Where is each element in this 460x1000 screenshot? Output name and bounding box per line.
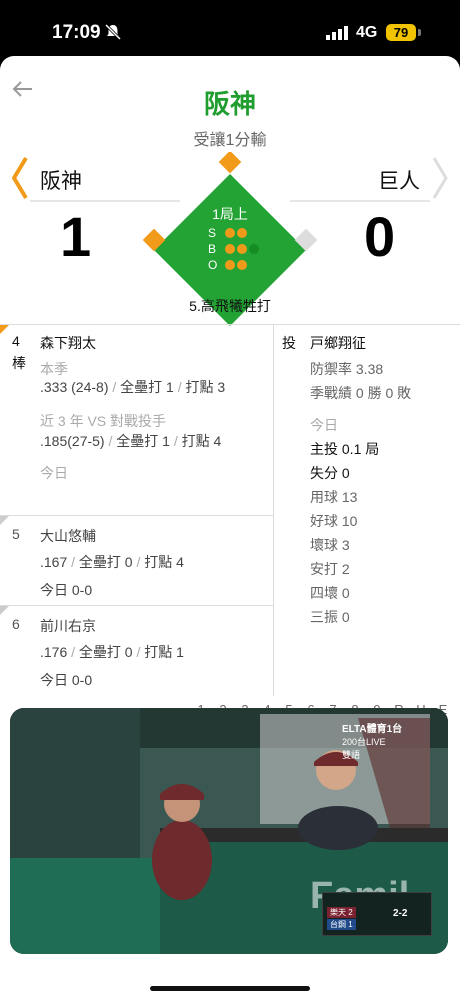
vs-hr: 全壘打 1 (116, 433, 170, 449)
batter-name: 大山悠輔 (40, 528, 96, 544)
batting-order: 5 (12, 526, 20, 542)
pitcher-strikes: 好球 10 (310, 513, 358, 529)
rbi: 打點 3 (185, 379, 226, 395)
team-1-name: 樂天 (330, 908, 346, 917)
pitcher-walks: 四壞 0 (310, 585, 350, 601)
on-deck-batter-card[interactable]: 6 前川右京 .176 / 全壘打 0 / 打點 1 今日 0-0 (0, 606, 274, 697)
signal-icon (326, 26, 348, 40)
status-bar: 17:09 4G 79 (0, 0, 460, 56)
live-label: 200台LIVE (342, 737, 386, 747)
season-stats: .176 / 全壘打 0 / 打點 1 (40, 644, 184, 660)
ball-dot-2 (237, 244, 247, 254)
batting-order-suffix: 棒 (12, 355, 26, 371)
home-score: 1 (60, 205, 92, 268)
pitcher-today-label: 今日 (310, 417, 338, 433)
out-dot-2 (237, 260, 247, 270)
pitcher-record: 季戰績 0 勝 0 敗 (310, 385, 412, 401)
hr: 全壘打 0 (78, 644, 133, 660)
batter-list: 4 棒 森下翔太 本季 .333 (24-8) / 全壘打 1 / 打點 3 近… (0, 325, 274, 697)
pitcher-strikeouts: 三振 0 (310, 609, 350, 625)
network-type: 4G (356, 24, 378, 41)
next-batter-card[interactable]: 5 大山悠輔 .167 / 全壘打 0 / 打點 4 今日 0-0 (0, 516, 274, 606)
vs-rbi: 打點 4 (181, 433, 222, 449)
rbi: 打點 1 (144, 644, 184, 660)
hr: 全壘打 1 (120, 379, 174, 395)
inning-label: 1局上 (212, 206, 248, 222)
channel-logo: ELTA體育1台 200台LIVE 雙語 (342, 720, 422, 760)
rbi: 打點 4 (144, 554, 184, 570)
vs-pitcher-label: 近 3 年 VS 對戰投手 (40, 413, 167, 429)
home-indicator[interactable] (150, 986, 310, 991)
season-stats: .167 / 全壘打 0 / 打點 4 (40, 554, 184, 570)
strike-dot-1 (225, 228, 235, 238)
pitcher-innings: 主投 0.1 局 (310, 441, 380, 457)
language-label: 雙語 (342, 750, 361, 760)
avg: .167 (40, 554, 68, 570)
current-batter-card[interactable]: 4 棒 森下翔太 本季 .333 (24-8) / 全壘打 1 / 打點 3 近… (0, 325, 274, 516)
scorebug-count: 2-2 (393, 908, 408, 919)
tv-scorebug: 樂天 2 台鋼 1 2-2 (322, 892, 432, 936)
batter-name: 前川右京 (40, 618, 96, 634)
batting-order: 4 (12, 333, 20, 349)
vs-pitcher-stats: .185(27-5) / 全壘打 1 / 打點 4 (40, 433, 222, 449)
last-play-text: 5.高飛犧牲打 (189, 298, 271, 314)
avg: .176 (40, 644, 68, 660)
avg: .333 (24-8) (40, 379, 109, 395)
batting-order: 6 (12, 616, 20, 632)
today-stats: 今日 0-0 (40, 672, 93, 688)
pitcher-pitches: 用球 13 (310, 489, 358, 505)
scorebug-team-1: 樂天 2 (327, 907, 356, 918)
batter-name: 森下翔太 (40, 335, 96, 351)
chevron-right-icon (432, 157, 448, 199)
season-stats: .333 (24-8) / 全壘打 1 / 打點 3 (40, 379, 226, 395)
pitcher-name: 戸鄉翔征 (310, 335, 366, 351)
pip-video-player[interactable]: Famil ELTA體育1台 200台LIVE 雙語 樂天 2 台鋼 1 2-2 (10, 708, 448, 954)
away-score: 0 (364, 205, 396, 268)
current-marker (0, 325, 9, 334)
today-label: 今日 (40, 465, 68, 481)
marker (0, 516, 9, 525)
pitcher-balls: 壞球 3 (310, 537, 350, 553)
ball-dot-1 (225, 244, 235, 254)
team-2-name: 台鋼 (330, 920, 346, 929)
matchup-grid: 4 棒 森下翔太 本季 .333 (24-8) / 全壘打 1 / 打點 3 近… (0, 324, 460, 697)
season-label: 本季 (40, 361, 68, 377)
home-team-name: 阪神 (40, 170, 82, 193)
hr: 全壘打 0 (78, 554, 133, 570)
pitcher-runs: 失分 0 (310, 465, 350, 481)
team-1-score: 2 (348, 908, 353, 917)
team-2-score: 1 (348, 920, 353, 929)
pitcher-hits: 安打 2 (310, 561, 350, 577)
pitcher-position: 投 (282, 335, 296, 351)
bet-result-subtitle: 受讓1分輸 (193, 132, 267, 149)
battery-tip (418, 29, 421, 36)
ball-label: B (208, 242, 217, 256)
status-time: 17:09 (52, 22, 101, 43)
pitcher-card[interactable]: 投 戸鄉翔征 防禦率 3.38 季戰績 0 勝 0 敗 今日 主投 0.1 局 … (274, 325, 460, 697)
chevron-left-icon (12, 156, 28, 200)
strike-dot-2 (237, 228, 247, 238)
today-stats: 今日 0-0 (40, 582, 93, 598)
pitcher-era: 防禦率 3.38 (310, 361, 384, 377)
out-dot-1 (225, 260, 235, 270)
battery-icon: 79 (386, 24, 416, 41)
marker (0, 606, 9, 615)
ball-dot-3 (249, 244, 259, 254)
mute-bell-icon (104, 23, 122, 41)
second-base-icon (218, 152, 242, 174)
vs-avg: .185(27-5) (40, 433, 105, 449)
out-label: O (208, 258, 218, 272)
channel-name: ELTA體育1台 (342, 724, 403, 735)
page-title: 阪神 (203, 89, 256, 119)
strike-label: S (208, 226, 217, 240)
scorebug-team-2: 台鋼 1 (327, 919, 356, 930)
away-team-name: 巨人 (378, 170, 420, 193)
